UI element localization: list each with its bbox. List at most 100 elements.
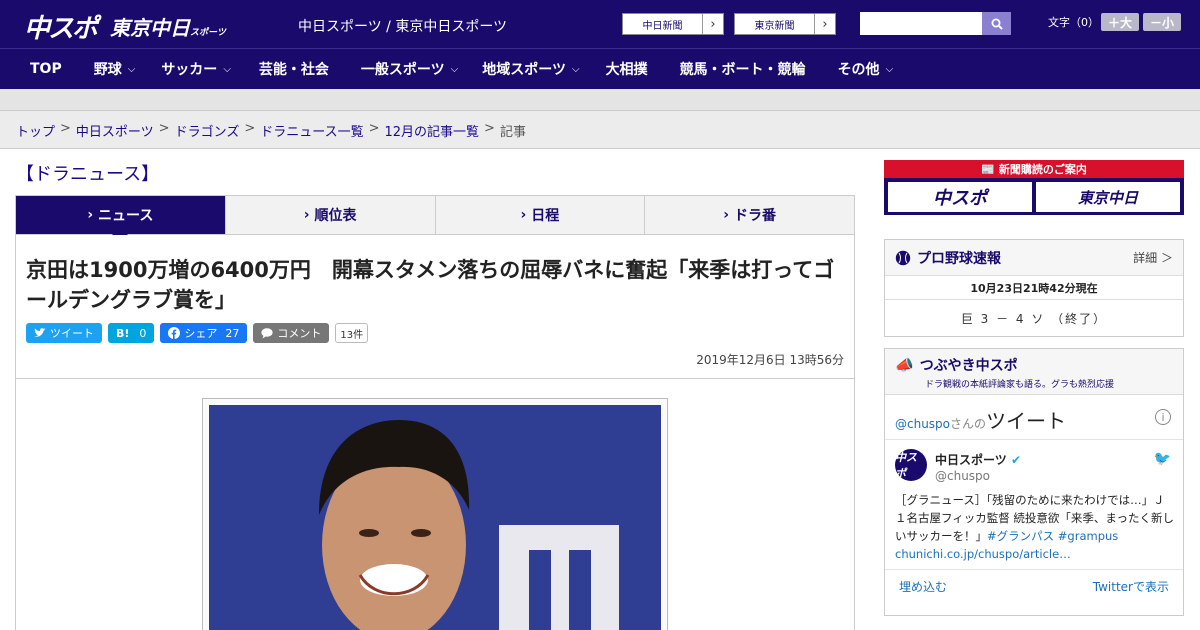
breadcrumb-sep: > [158,121,170,136]
nav-label: 地域スポーツ [482,62,566,78]
chuspo-logo[interactable]: 中スポ [24,8,98,45]
chevron-right-icon: › [303,207,315,223]
view-on-twitter-link[interactable]: Twitterで表示 [1093,578,1169,595]
tokyo-logo-text: 東京中日 [110,16,190,40]
article-photo[interactable] [209,405,661,630]
twitter-panel-header: 📣 つぶやき中スポ ドラ観戦の本紙評論家も語る。グラも熱烈応援 [885,349,1183,395]
hatena-count: 0 [139,326,147,340]
facebook-icon [168,327,181,339]
nav-label: TOP [30,61,62,77]
article-headline: 京田は1900万増の6400万円 開幕スタメン落ちの屈辱バネに奮起「来季は打って… [26,258,835,312]
comment-label: コメント [277,327,322,340]
chevron-down-icon: ⌵ [450,63,459,75]
main-nav: TOP 野球 ⌵ サッカー ⌵ 芸能・社会 一般スポーツ ⌵ 地域スポーツ ⌵ 大相撲 … [0,48,1200,89]
font-size-label: 文字（0） [1048,16,1099,29]
tweet-label: ツイート [50,327,94,340]
avatar[interactable]: 中スポ [895,449,927,481]
ad-strip [0,89,1200,111]
search-button[interactable] [982,12,1011,35]
breadcrumb-link-december[interactable]: 12月の記事一覧 [385,121,480,140]
facebook-share-label: シェア [184,327,218,340]
nav-item-soccer[interactable]: サッカー ⌵ [149,49,245,89]
comment-count-badge[interactable]: 13件 [335,323,369,343]
subscription-banner[interactable]: 📰 新聞購読のご案内 中スポ 東京中日 [884,160,1184,215]
section-title: 【ドラニュース】 [16,164,160,185]
breadcrumb-link-chunichi-sports[interactable]: 中日スポーツ [76,121,154,140]
chevron-down-icon: ⌵ [571,63,580,75]
embed-link[interactable]: 埋め込む [899,578,947,595]
breadcrumb-link-top[interactable]: トップ [16,121,55,140]
baseball-game-score[interactable]: 巨 3 － 4 ソ （終了） [885,300,1183,336]
nav-item-local-sports[interactable]: 地域スポーツ ⌵ [470,49,591,89]
breadcrumb-sep: > [60,121,71,136]
tab-label: 日程 [531,208,560,224]
tweet-button[interactable]: ツイート [26,323,102,343]
player-photo-illustration [209,405,661,630]
tab-label: ドラ番 [733,208,776,224]
tweet-author-label: 中日スポーツ [935,453,1007,467]
tokyo-logo-small: スポーツ [190,28,226,38]
tokyo-shimbun-link[interactable]: 東京新聞 › [734,13,836,35]
nav-item-top[interactable]: TOP [0,49,80,89]
breadcrumb: トップ > 中日スポーツ > ドラゴンズ > ドラニュース一覧 > 12月の記事一覧 > … [16,121,526,140]
subscribe-tokyo-chunichi-button[interactable]: 東京中日 [1036,182,1180,212]
chevron-right-icon: › [710,16,716,32]
hatena-icon: B! [116,326,130,340]
chunichi-shimbun-label: 中日新聞 [623,14,703,34]
nav-item-general-sports[interactable]: 一般スポーツ ⌵ [345,49,470,89]
facebook-share-count: 27 [225,326,240,340]
tweet-link[interactable]: chunichi.co.jp/chuspo/article… [895,547,1071,561]
facebook-share-button[interactable]: シェア 27 [160,323,248,343]
nav-item-racing[interactable]: 競馬・ボート・競輪 [664,49,822,89]
font-decrease-button[interactable]: －小 [1143,13,1181,31]
nav-label: 競馬・ボート・競輪 [679,62,806,78]
tweet-hashtags[interactable]: #グランパス #grampus [987,529,1118,543]
breadcrumb-link-news-list[interactable]: ドラニュース一覧 [260,121,363,140]
tweet-author-handle[interactable]: @chuspo [935,469,990,483]
twitter-panel: 📣 つぶやき中スポ ドラ観戦の本紙評論家も語る。グラも熱烈応援 @chuspoさ… [884,348,1184,616]
article-tabs: › ニュース › 順位表 › 日程 › ドラ番 [15,195,855,242]
font-increase-button[interactable]: ＋大 [1101,13,1139,31]
nav-label: 大相撲 [605,62,648,78]
baseball-details-link[interactable]: 詳細 ＞ [1133,249,1173,266]
baseball-scores-panel: プロ野球速報 詳細 ＞ 10月23日21時42分現在 巨 3 － 4 ソ （終了… [884,239,1184,337]
hatena-bookmark-button[interactable]: B! 0 [108,323,155,343]
subscription-banner-label: 新聞購読のご案内 [998,163,1087,176]
chevron-right-icon: › [822,16,828,32]
breadcrumb-link-dragons[interactable]: ドラゴンズ [175,121,240,140]
nav-label: サッカー [161,62,218,78]
search-icon [991,18,1003,30]
subscribe-chuspo-button[interactable]: 中スポ [888,182,1032,212]
info-icon[interactable]: i [1155,409,1171,425]
chevron-down-icon: ⌵ [127,63,136,75]
top-header: 中スポ 東京中日スポーツ 中日スポーツ / 東京中日スポーツ 中日新聞 › 東京… [0,0,1200,48]
comment-button[interactable]: コメント [253,323,330,343]
nav-item-sumo[interactable]: 大相撲 [592,49,664,89]
tab-news[interactable]: › ニュース [16,196,226,242]
baseball-update-time: 10月23日21時42分現在 [885,276,1183,300]
tweet-text: ［グラニュース］「残留のために来たわけでは…」Ｊ１名古屋フィッカ監督 続投意欲「… [895,491,1175,563]
nav-item-entertainment[interactable]: 芸能・社会 [245,49,345,89]
tab-dora-ban[interactable]: › ドラ番 [645,196,854,234]
baseball-panel-header: プロ野球速報 詳細 ＞ [885,240,1183,276]
subscription-banner-head: 📰 新聞購読のご案内 [884,160,1184,178]
tokyo-chunichi-logo[interactable]: 東京中日スポーツ [110,12,226,41]
nav-item-baseball[interactable]: 野球 ⌵ [80,49,150,89]
tab-schedule[interactable]: › 日程 [436,196,646,234]
nav-label: 芸能・社会 [258,62,329,78]
twitter-panel-footer: 埋め込む Twitterで表示 [885,569,1183,603]
chunichi-shimbun-link[interactable]: 中日新聞 › [622,13,724,35]
tweet-author-name[interactable]: 中日スポーツ ✔ [935,451,1021,468]
breadcrumb-sep: > [484,121,495,136]
verified-badge-icon: ✔ [1010,453,1022,467]
twitter-panel-subtitle: ドラ観戦の本紙評論家も語る。グラも熱烈応援 [925,380,1115,390]
site-name: 中日スポーツ / 東京中日スポーツ [298,19,508,35]
search-input[interactable] [860,12,982,35]
tab-standings[interactable]: › 順位表 [226,196,436,234]
divider [15,378,855,379]
nav-item-other[interactable]: その他 ⌵ [822,49,906,89]
twitter-panel-title: つぶやき中スポ [919,358,1018,374]
tweets-account-link[interactable]: @chuspo [895,417,950,431]
tweets-heading-big: ツイート [986,409,1067,433]
tab-label: 順位表 [314,208,357,224]
